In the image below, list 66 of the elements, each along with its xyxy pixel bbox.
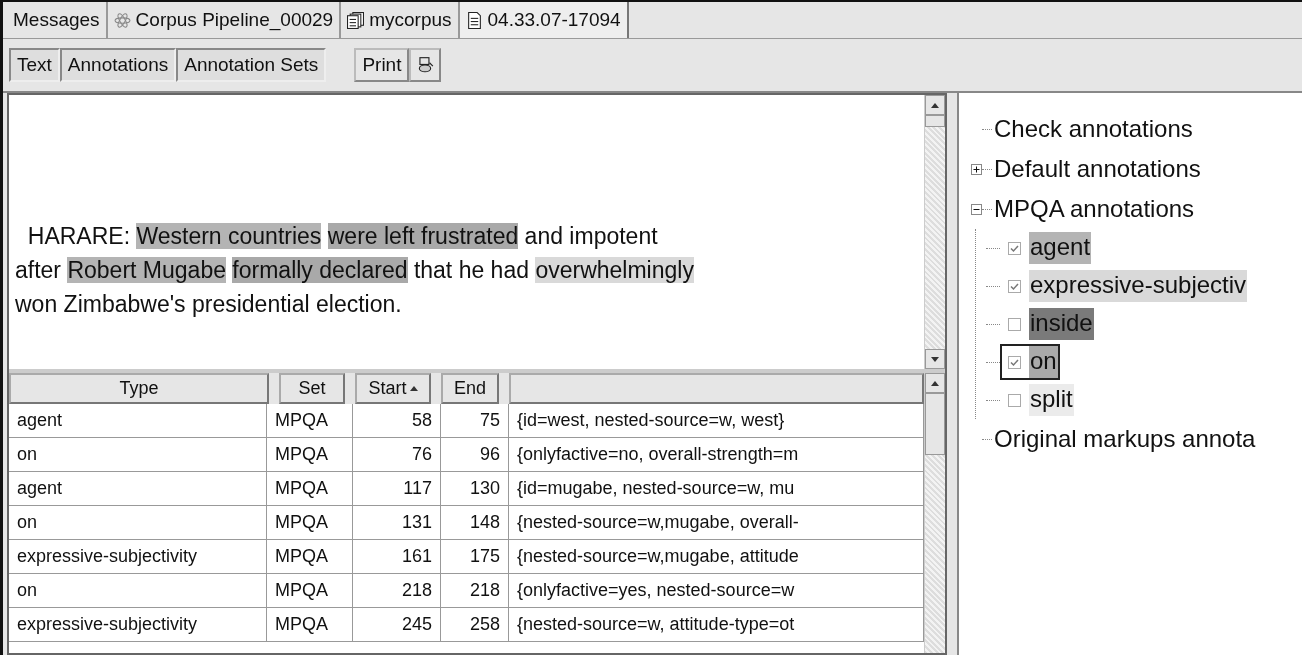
document-tab[interactable]: Messages xyxy=(7,2,108,38)
scrollbar-thumb[interactable] xyxy=(925,115,945,127)
table-cell: expressive-subjectivity xyxy=(9,608,267,641)
table-cell: 58 xyxy=(353,404,441,437)
tree-item[interactable]: Check annotations xyxy=(994,115,1193,143)
expand-icon[interactable] xyxy=(971,163,982,175)
table-cell: 161 xyxy=(353,540,441,573)
document-text-line: won Zimbabwe's presidential election. xyxy=(15,290,403,319)
table-cell: 258 xyxy=(441,608,509,641)
table-cell: MPQA xyxy=(267,574,353,607)
scroll-down-button[interactable] xyxy=(925,349,945,369)
table-cell: 117 xyxy=(353,472,441,505)
table-cell: MPQA xyxy=(267,540,353,573)
tree-item[interactable]: MPQA annotations xyxy=(994,195,1195,223)
table-cell: 148 xyxy=(441,506,509,539)
checkbox[interactable] xyxy=(1008,317,1021,331)
table-cell: 245 xyxy=(353,608,441,641)
document-tab[interactable]: Corpus Pipeline_00029 xyxy=(107,2,342,38)
view-toggle[interactable]: Annotation Sets xyxy=(176,48,327,82)
table-cell: on xyxy=(9,438,267,471)
column-header[interactable]: End xyxy=(441,373,499,404)
export-button[interactable] xyxy=(409,48,442,82)
document-tab[interactable]: mycorpus xyxy=(341,2,460,38)
table-cell: agent xyxy=(9,404,267,437)
scroll-up-button[interactable] xyxy=(925,373,945,393)
document-text-line: HARARE: Western countries were left frustrated and impotent xyxy=(26,222,659,251)
table-cell: on xyxy=(9,574,267,607)
scroll-up-button[interactable] xyxy=(925,95,945,115)
table-cell: 175 xyxy=(441,540,509,573)
table-cell: 130 xyxy=(441,472,509,505)
atom-icon xyxy=(113,11,131,29)
checkbox[interactable] xyxy=(1008,241,1021,255)
table-cell: MPQA xyxy=(267,608,353,641)
column-header[interactable]: Type xyxy=(9,373,269,404)
table-cell: expressive-subjectivity xyxy=(9,540,267,573)
document-icon xyxy=(465,11,483,29)
table-cell: MPQA xyxy=(267,506,353,539)
table-cell: MPQA xyxy=(267,404,353,437)
printer-icon xyxy=(416,56,435,74)
table-cell: 96 xyxy=(441,438,509,471)
table-cell: MPQA xyxy=(267,472,353,505)
checkbox[interactable] xyxy=(1008,279,1021,293)
view-toggle[interactable]: Annotations xyxy=(59,48,177,82)
documents-icon xyxy=(347,11,365,29)
tree-item[interactable]: Original markups annota xyxy=(994,425,1256,453)
table-cell: 218 xyxy=(353,574,441,607)
table-cell: 131 xyxy=(353,506,441,539)
column-header[interactable]: Start xyxy=(355,373,431,404)
table-cell: agent xyxy=(9,472,267,505)
column-header[interactable] xyxy=(509,373,924,404)
tree-item[interactable]: on xyxy=(1000,344,1060,380)
collapse-icon[interactable] xyxy=(971,203,982,215)
document-text-line: after Robert Mugabe formally declared that he had overwhelmingly xyxy=(15,256,695,285)
print-button[interactable]: Print xyxy=(354,48,410,82)
scrollbar-thumb[interactable] xyxy=(925,393,945,455)
document-tab[interactable]: 04.33.07-17094 xyxy=(459,2,629,38)
table-cell: MPQA xyxy=(267,438,353,471)
table-cell: on xyxy=(9,506,267,539)
table-cell: 76 xyxy=(353,438,441,471)
table-cell: 218 xyxy=(441,574,509,607)
checkbox[interactable] xyxy=(1008,355,1021,369)
checkbox[interactable] xyxy=(1008,393,1021,407)
column-header[interactable]: Set xyxy=(279,373,345,404)
tree-item[interactable]: Default annotations xyxy=(994,155,1201,183)
table-cell: 75 xyxy=(441,404,509,437)
view-toggle[interactable]: Text xyxy=(9,48,60,82)
